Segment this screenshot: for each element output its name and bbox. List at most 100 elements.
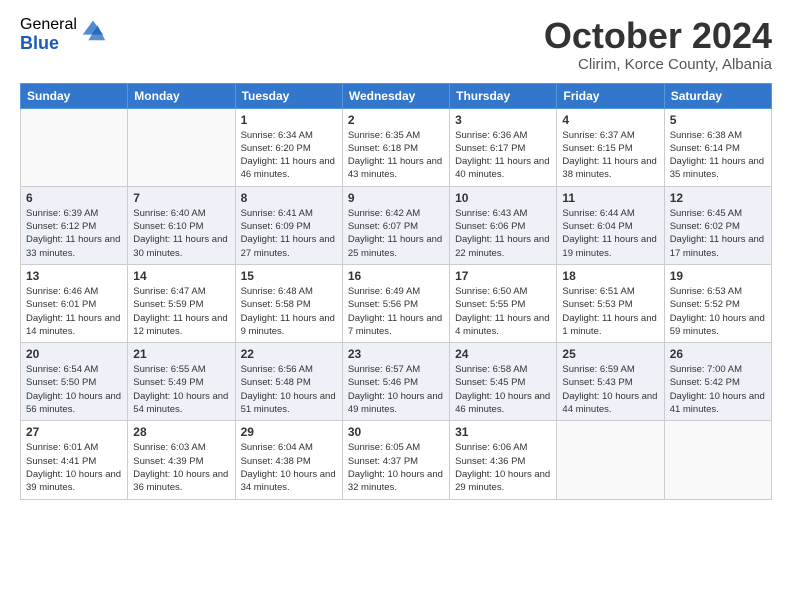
- logo: General Blue: [20, 16, 107, 53]
- day-number: 18: [562, 269, 658, 283]
- day-number: 13: [26, 269, 122, 283]
- day-number: 24: [455, 347, 551, 361]
- day-number: 2: [348, 113, 444, 127]
- day-info: Sunrise: 6:01 AM Sunset: 4:41 PM Dayligh…: [26, 441, 122, 494]
- calendar-cell: 17Sunrise: 6:50 AM Sunset: 5:55 PM Dayli…: [450, 264, 557, 342]
- calendar-cell: 27 Sunrise: 6:01 AM Sunset: 4:41 PM Dayli…: [21, 421, 128, 499]
- calendar-cell: 30 Sunrise: 6:05 AM Sunset: 4:37 PM Dayli…: [342, 421, 449, 499]
- day-number: 22: [241, 347, 337, 361]
- day-number: 16: [348, 269, 444, 283]
- col-wednesday: Wednesday: [342, 83, 449, 108]
- day-info: Sunrise: 6:54 AM Sunset: 5:50 PM Dayligh…: [26, 363, 122, 416]
- day-info: Sunrise: 6:53 AM Sunset: 5:52 PM Dayligh…: [670, 285, 766, 338]
- calendar-cell: 18 Sunrise: 6:51 AM Sunset: 5:53 PM Dayli…: [557, 264, 664, 342]
- day-info: Sunrise: 7:00 AM Sunset: 5:42 PM Dayligh…: [670, 363, 766, 416]
- calendar-cell: 14 Sunrise: 6:47 AM Sunset: 5:59 PM Dayli…: [128, 264, 235, 342]
- calendar-cell: 31Sunrise: 6:06 AM Sunset: 4:36 PM Dayli…: [450, 421, 557, 499]
- day-info: Sunrise: 6:58 AM Sunset: 5:45 PM Dayligh…: [455, 363, 551, 416]
- calendar-cell: 4 Sunrise: 6:37 AM Sunset: 6:15 PM Daylig…: [557, 108, 664, 186]
- day-number: 14: [133, 269, 229, 283]
- calendar-cell: 28 Sunrise: 6:03 AM Sunset: 4:39 PM Dayli…: [128, 421, 235, 499]
- calendar-cell: 1 Sunrise: 6:34 AM Sunset: 6:20 PM Daylig…: [235, 108, 342, 186]
- day-number: 11: [562, 191, 658, 205]
- calendar-cell: 12 Sunrise: 6:45 AM Sunset: 6:02 PM Dayli…: [664, 186, 771, 264]
- header: General Blue October 2024 Clirim, Korce …: [20, 16, 772, 73]
- header-row: Sunday Monday Tuesday Wednesday Thursday…: [21, 83, 772, 108]
- title-block: October 2024 Clirim, Korce County, Alban…: [544, 16, 772, 73]
- calendar-cell: 15Sunrise: 6:48 AM Sunset: 5:58 PM Dayli…: [235, 264, 342, 342]
- day-number: 31: [455, 425, 551, 439]
- day-info: Sunrise: 6:36 AM Sunset: 6:17 PM Dayligh…: [455, 129, 551, 182]
- day-info: Sunrise: 6:45 AM Sunset: 6:02 PM Dayligh…: [670, 207, 766, 260]
- day-number: 9: [348, 191, 444, 205]
- day-number: 29: [241, 425, 337, 439]
- day-number: 30: [348, 425, 444, 439]
- day-info: Sunrise: 6:34 AM Sunset: 6:20 PM Dayligh…: [241, 129, 337, 182]
- day-number: 12: [670, 191, 766, 205]
- day-number: 27: [26, 425, 122, 439]
- day-info: Sunrise: 6:03 AM Sunset: 4:39 PM Dayligh…: [133, 441, 229, 494]
- day-info: Sunrise: 6:55 AM Sunset: 5:49 PM Dayligh…: [133, 363, 229, 416]
- day-info: Sunrise: 6:04 AM Sunset: 4:38 PM Dayligh…: [241, 441, 337, 494]
- week-row-1: 1 Sunrise: 6:34 AM Sunset: 6:20 PM Daylig…: [21, 108, 772, 186]
- calendar-cell: 3 Sunrise: 6:36 AM Sunset: 6:17 PM Daylig…: [450, 108, 557, 186]
- calendar-cell: 10 Sunrise: 6:43 AM Sunset: 6:06 PM Dayli…: [450, 186, 557, 264]
- logo-text: General Blue: [20, 16, 77, 53]
- day-info: Sunrise: 6:37 AM Sunset: 6:15 PM Dayligh…: [562, 129, 658, 182]
- calendar-cell: 8Sunrise: 6:41 AM Sunset: 6:09 PM Daylig…: [235, 186, 342, 264]
- day-number: 8: [241, 191, 337, 205]
- col-saturday: Saturday: [664, 83, 771, 108]
- day-info: Sunrise: 6:05 AM Sunset: 4:37 PM Dayligh…: [348, 441, 444, 494]
- day-info: Sunrise: 6:47 AM Sunset: 5:59 PM Dayligh…: [133, 285, 229, 338]
- calendar-cell: 9Sunrise: 6:42 AM Sunset: 6:07 PM Daylig…: [342, 186, 449, 264]
- day-info: Sunrise: 6:43 AM Sunset: 6:06 PM Dayligh…: [455, 207, 551, 260]
- day-number: 7: [133, 191, 229, 205]
- col-monday: Monday: [128, 83, 235, 108]
- calendar-table: Sunday Monday Tuesday Wednesday Thursday…: [20, 83, 772, 500]
- day-number: 28: [133, 425, 229, 439]
- calendar-cell: [21, 108, 128, 186]
- day-number: 20: [26, 347, 122, 361]
- calendar-cell: 5Sunrise: 6:38 AM Sunset: 6:14 PM Daylig…: [664, 108, 771, 186]
- day-info: Sunrise: 6:57 AM Sunset: 5:46 PM Dayligh…: [348, 363, 444, 416]
- calendar-cell: 6 Sunrise: 6:39 AM Sunset: 6:12 PM Daylig…: [21, 186, 128, 264]
- day-number: 5: [670, 113, 766, 127]
- day-number: 25: [562, 347, 658, 361]
- day-number: 19: [670, 269, 766, 283]
- month-title: October 2024: [544, 16, 772, 56]
- calendar-cell: 22 Sunrise: 6:56 AM Sunset: 5:48 PM Dayli…: [235, 343, 342, 421]
- day-info: Sunrise: 6:35 AM Sunset: 6:18 PM Dayligh…: [348, 129, 444, 182]
- calendar-cell: 24 Sunrise: 6:58 AM Sunset: 5:45 PM Dayli…: [450, 343, 557, 421]
- day-number: 26: [670, 347, 766, 361]
- day-info: Sunrise: 6:39 AM Sunset: 6:12 PM Dayligh…: [26, 207, 122, 260]
- day-number: 4: [562, 113, 658, 127]
- day-number: 1: [241, 113, 337, 127]
- day-number: 23: [348, 347, 444, 361]
- calendar-cell: 11Sunrise: 6:44 AM Sunset: 6:04 PM Dayli…: [557, 186, 664, 264]
- calendar-cell: 29 Sunrise: 6:04 AM Sunset: 4:38 PM Dayli…: [235, 421, 342, 499]
- calendar-cell: 26 Sunrise: 7:00 AM Sunset: 5:42 PM Dayli…: [664, 343, 771, 421]
- day-number: 15: [241, 269, 337, 283]
- col-tuesday: Tuesday: [235, 83, 342, 108]
- calendar-cell: 20 Sunrise: 6:54 AM Sunset: 5:50 PM Dayli…: [21, 343, 128, 421]
- day-number: 10: [455, 191, 551, 205]
- week-row-2: 6 Sunrise: 6:39 AM Sunset: 6:12 PM Daylig…: [21, 186, 772, 264]
- col-friday: Friday: [557, 83, 664, 108]
- day-info: Sunrise: 6:56 AM Sunset: 5:48 PM Dayligh…: [241, 363, 337, 416]
- calendar-cell: 25Sunrise: 6:59 AM Sunset: 5:43 PM Dayli…: [557, 343, 664, 421]
- calendar-cell: 2 Sunrise: 6:35 AM Sunset: 6:18 PM Daylig…: [342, 108, 449, 186]
- calendar-cell: [557, 421, 664, 499]
- day-info: Sunrise: 6:50 AM Sunset: 5:55 PM Dayligh…: [455, 285, 551, 338]
- day-number: 3: [455, 113, 551, 127]
- day-info: Sunrise: 6:51 AM Sunset: 5:53 PM Dayligh…: [562, 285, 658, 338]
- calendar-cell: 23 Sunrise: 6:57 AM Sunset: 5:46 PM Dayli…: [342, 343, 449, 421]
- day-info: Sunrise: 6:46 AM Sunset: 6:01 PM Dayligh…: [26, 285, 122, 338]
- calendar-cell: 16Sunrise: 6:49 AM Sunset: 5:56 PM Dayli…: [342, 264, 449, 342]
- day-number: 21: [133, 347, 229, 361]
- day-info: Sunrise: 6:40 AM Sunset: 6:10 PM Dayligh…: [133, 207, 229, 260]
- calendar-cell: [664, 421, 771, 499]
- calendar-cell: 13 Sunrise: 6:46 AM Sunset: 6:01 PM Dayli…: [21, 264, 128, 342]
- day-number: 6: [26, 191, 122, 205]
- location: Clirim, Korce County, Albania: [544, 56, 772, 73]
- calendar-cell: [128, 108, 235, 186]
